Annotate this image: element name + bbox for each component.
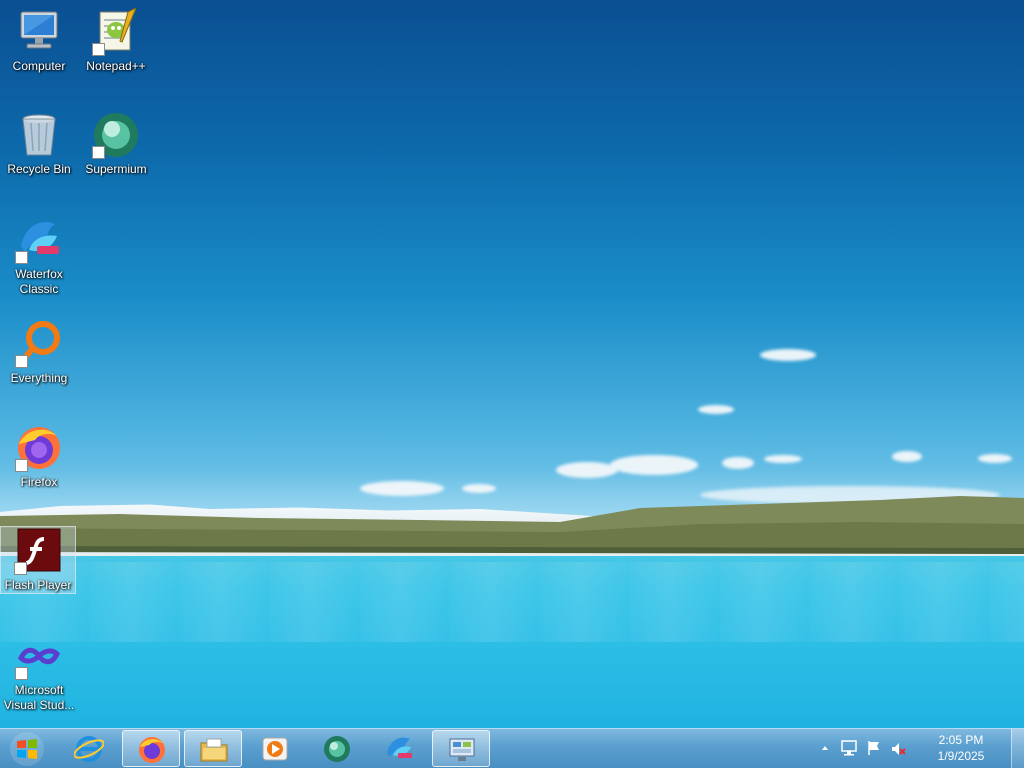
desktop-icon-supermium[interactable]: Supermium bbox=[78, 111, 154, 177]
taskbar-button-waterfox[interactable] bbox=[370, 730, 428, 767]
desktop-icon-recycle-bin[interactable]: Recycle Bin bbox=[1, 111, 77, 177]
desktop-icon-flash-player[interactable]: Flash Player bbox=[0, 526, 76, 594]
wallpaper-reflection bbox=[0, 562, 1024, 642]
shortcut-arrow-icon bbox=[15, 355, 28, 368]
windows-logo-icon bbox=[10, 732, 44, 766]
show-desktop-button[interactable] bbox=[1011, 729, 1024, 768]
start-button[interactable] bbox=[4, 730, 50, 768]
desktop-icon-label: Flash Player bbox=[4, 578, 72, 592]
cloud bbox=[764, 455, 802, 463]
recycle-bin-icon bbox=[15, 111, 63, 159]
shortcut-arrow-icon bbox=[15, 251, 28, 264]
media-player-icon bbox=[262, 737, 288, 761]
desktop-icon-label: Microsoft Visual Stud... bbox=[3, 683, 75, 712]
desktop[interactable]: Computer Notepad++ Recycle Bin Supermium… bbox=[0, 0, 1024, 728]
shortcut-arrow-icon bbox=[92, 43, 105, 56]
firefox-icon bbox=[15, 424, 63, 472]
shortcut-arrow-icon bbox=[92, 146, 105, 159]
control-panel-icon bbox=[449, 738, 475, 761]
notepadpp-icon bbox=[92, 6, 140, 56]
taskbar: 2:05 PM 1/9/2025 bbox=[0, 728, 1024, 768]
wallpaper-hills bbox=[0, 496, 1024, 560]
clock-date: 1/9/2025 bbox=[937, 749, 985, 763]
cloud bbox=[698, 405, 734, 414]
action-center-flag-icon[interactable] bbox=[866, 740, 882, 756]
network-icon[interactable] bbox=[840, 740, 858, 756]
waterfox-icon bbox=[387, 737, 412, 758]
taskbar-button-supermium[interactable] bbox=[308, 730, 366, 767]
desktop-icon-label: Notepad++ bbox=[86, 59, 146, 73]
wallpaper-sky bbox=[0, 0, 1024, 540]
show-hidden-icons-chevron[interactable] bbox=[820, 743, 830, 753]
taskbar-button-internet-explorer[interactable] bbox=[60, 730, 118, 767]
clock-time: 2:05 PM bbox=[938, 733, 984, 747]
flash-player-icon bbox=[14, 527, 62, 575]
desktop-icon-everything[interactable]: Everything bbox=[1, 320, 77, 386]
firefox-icon bbox=[139, 737, 165, 763]
clock[interactable]: 2:05 PM 1/9/2025 bbox=[926, 732, 996, 764]
desktop-icon-label: Waterfox Classic bbox=[15, 267, 63, 296]
desktop-icon-waterfox-classic[interactable]: Waterfox Classic bbox=[1, 216, 77, 297]
desktop-icon-label: Computer bbox=[12, 59, 66, 73]
cloud bbox=[722, 457, 754, 469]
everything-icon bbox=[15, 320, 63, 368]
cloud bbox=[892, 451, 922, 462]
internet-explorer-icon bbox=[74, 736, 104, 762]
supermium-icon bbox=[92, 111, 140, 159]
taskbar-button-media-player[interactable] bbox=[246, 730, 304, 767]
taskbar-button-firefox[interactable] bbox=[122, 730, 180, 767]
taskbar-button-file-explorer[interactable] bbox=[184, 730, 242, 767]
supermium-icon bbox=[324, 736, 350, 762]
cloud bbox=[556, 462, 618, 478]
shortcut-arrow-icon bbox=[15, 459, 28, 472]
waterfox-icon bbox=[15, 216, 63, 264]
computer-icon bbox=[15, 8, 63, 56]
visual-studio-icon bbox=[15, 632, 63, 680]
cloud bbox=[760, 349, 816, 361]
desktop-icon-computer[interactable]: Computer bbox=[1, 8, 77, 74]
desktop-icon-notepadpp[interactable]: Notepad++ bbox=[78, 6, 154, 74]
shortcut-arrow-icon bbox=[14, 562, 27, 575]
file-explorer-icon bbox=[200, 738, 228, 762]
desktop-icon-label: Everything bbox=[10, 371, 68, 385]
desktop-icon-label: Recycle Bin bbox=[7, 162, 71, 176]
desktop-icon-label: Firefox bbox=[20, 475, 58, 489]
taskbar-button-control-panel[interactable] bbox=[432, 730, 490, 767]
desktop-icon-visual-studio[interactable]: Microsoft Visual Stud... bbox=[1, 632, 77, 713]
volume-muted-icon[interactable] bbox=[890, 741, 906, 757]
cloud bbox=[978, 454, 1012, 463]
desktop-icon-label: Supermium bbox=[85, 162, 147, 176]
shortcut-arrow-icon bbox=[15, 667, 28, 680]
cloud bbox=[462, 484, 496, 493]
desktop-icon-firefox[interactable]: Firefox bbox=[1, 424, 77, 490]
cloud bbox=[610, 455, 698, 475]
